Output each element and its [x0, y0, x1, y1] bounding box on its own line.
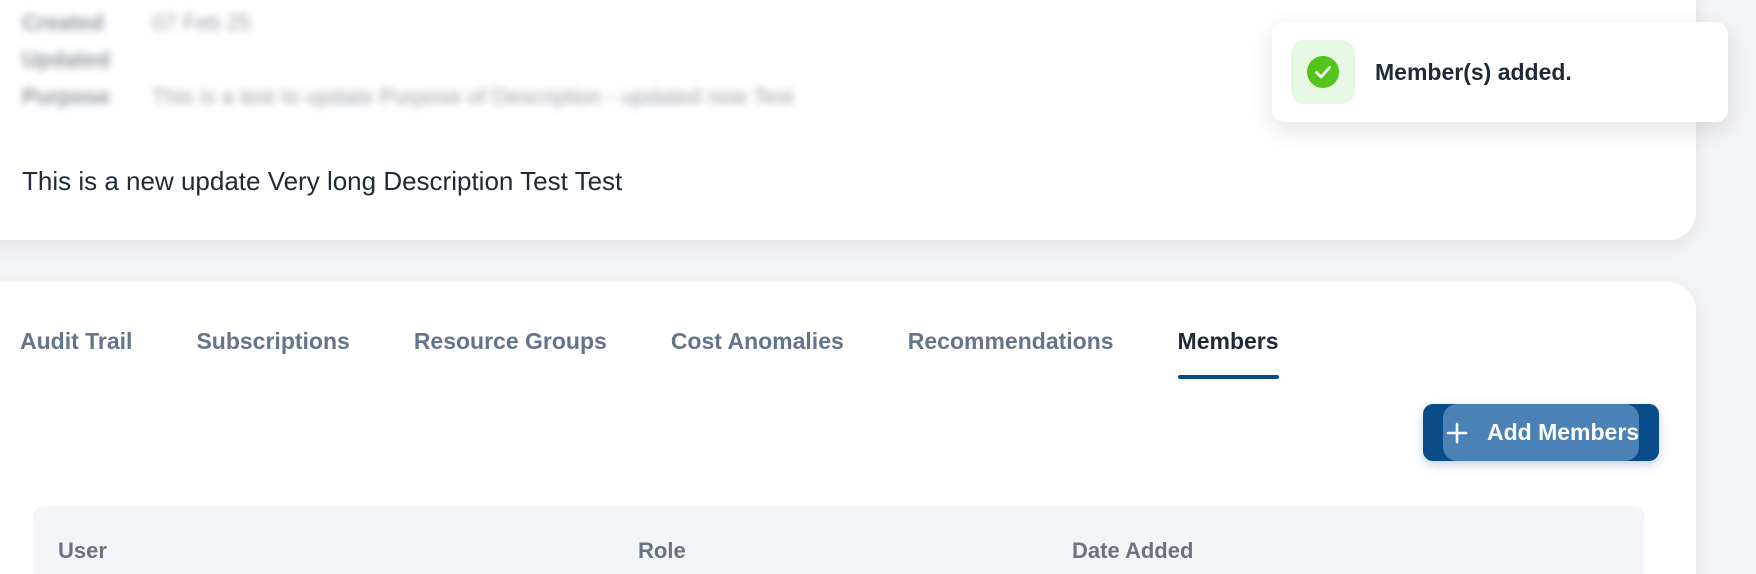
tab-members[interactable]: Members	[1177, 328, 1279, 379]
members-table-header: User Role Date Added	[33, 506, 1645, 574]
meta-rows: Created 07 Feb 25 Updated Purpose This i…	[22, 4, 794, 115]
tab-audit-trail[interactable]: Audit Trail	[20, 328, 132, 379]
add-members-label: Add Members	[1487, 419, 1640, 445]
members-panel: Audit Trail Subscriptions Resource Group…	[0, 282, 1696, 574]
meta-value: This is a test to update Purpose of Desc…	[152, 83, 794, 109]
column-header-user[interactable]: User	[58, 538, 107, 564]
meta-label: Updated	[22, 46, 110, 72]
success-toast: Member(s) added.	[1272, 22, 1728, 122]
page: Created 07 Feb 25 Updated Purpose This i…	[0, 0, 1756, 574]
toast-icon-container	[1291, 40, 1355, 104]
toast-message: Member(s) added.	[1375, 58, 1572, 85]
meta-row-created: Created 07 Feb 25	[22, 4, 794, 41]
tab-bar: Audit Trail Subscriptions Resource Group…	[20, 328, 1343, 379]
column-header-date-added[interactable]: Date Added	[1072, 538, 1193, 564]
meta-row-purpose: Purpose This is a test to update Purpose…	[22, 78, 794, 115]
tab-subscriptions[interactable]: Subscriptions	[196, 328, 349, 379]
description-text: This is a new update Very long Descripti…	[22, 166, 623, 196]
tab-cost-anomalies[interactable]: Cost Anomalies	[671, 328, 844, 379]
tab-resource-groups[interactable]: Resource Groups	[414, 328, 607, 379]
meta-value: 07 Feb 25	[152, 9, 252, 35]
column-header-role[interactable]: Role	[638, 538, 686, 564]
add-members-button[interactable]: Add Members	[1423, 404, 1659, 461]
plus-icon	[1446, 422, 1468, 443]
meta-label: Created	[22, 9, 104, 35]
check-circle-icon	[1307, 56, 1339, 88]
meta-label: Purpose	[22, 83, 111, 109]
meta-row-updated: Updated	[22, 41, 794, 78]
tab-recommendations[interactable]: Recommendations	[908, 328, 1114, 379]
